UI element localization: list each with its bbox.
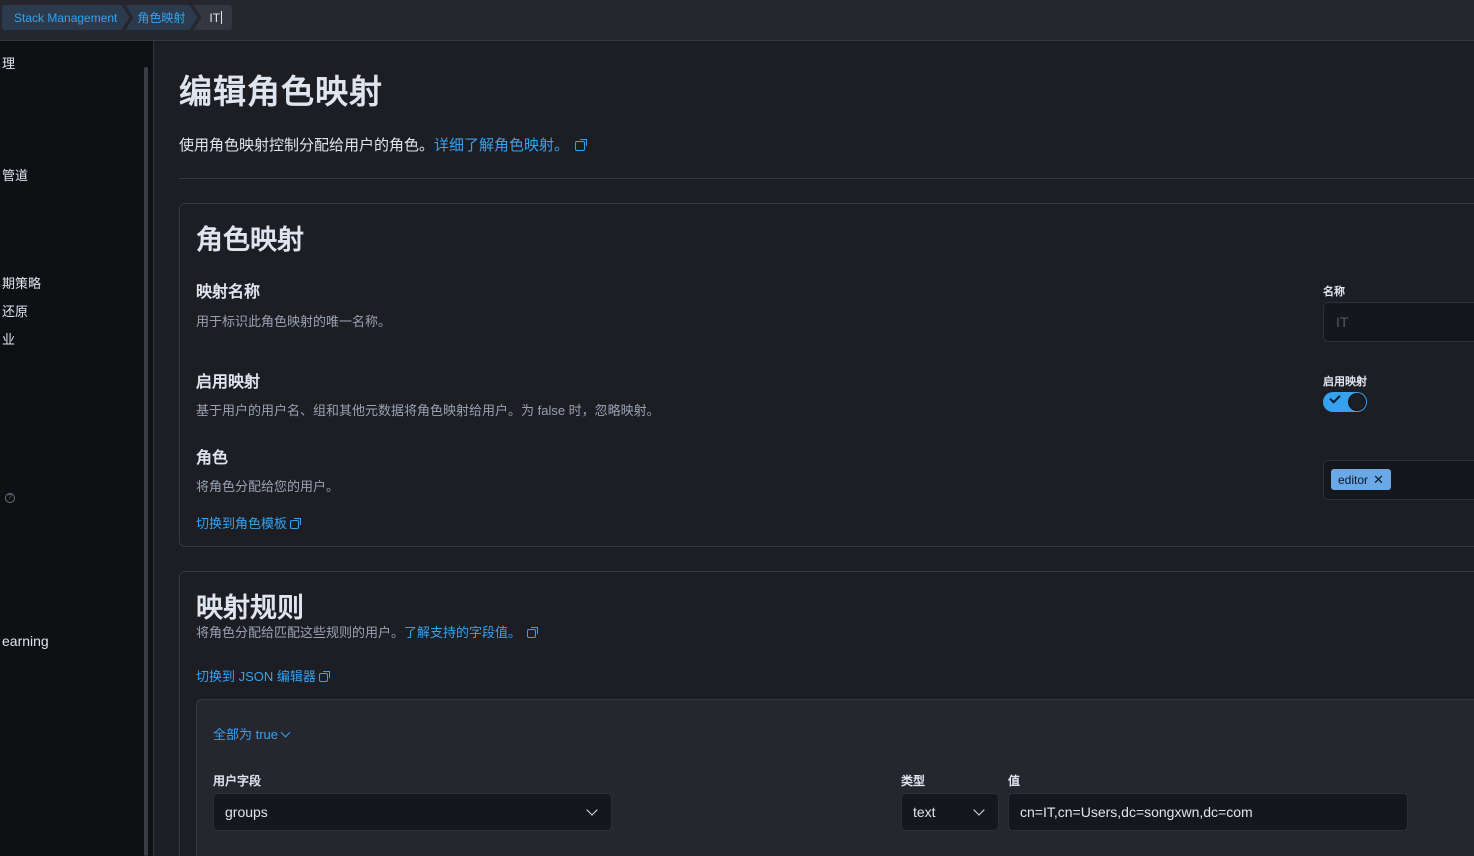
value-input[interactable]: cn=IT,cn=Users,dc=songxwn,dc=com	[1008, 793, 1408, 831]
mapping-rules-description: 将角色分配给匹配这些规则的用户。了解支持的字段值。	[196, 622, 539, 641]
breadcrumb-current: IT	[193, 5, 233, 30]
sidenav-item-pipelines[interactable]: 管道	[2, 165, 28, 184]
type-label: 类型	[901, 774, 926, 788]
json-link-label: 切换到 JSON 编辑器	[196, 669, 316, 684]
roles-description: 将角色分配给您的用户。	[196, 479, 340, 494]
role-mapping-panel: 角色映射 映射名称 用于标识此角色映射的唯一名称。 启用映射 基于用户的用户名、…	[179, 203, 1474, 547]
page-description-text: 使用角色映射控制分配给用户的角色。	[179, 137, 435, 154]
mapping-name-title: 映射名称	[196, 284, 261, 301]
switch-link-label: 切换到角色模板	[196, 516, 288, 531]
mapping-rules-description-text: 将角色分配给匹配这些规则的用户。	[196, 625, 405, 640]
breadcrumb-role-mappings[interactable]: 角色映射	[125, 5, 197, 30]
top-bar: Stack Management 角色映射 IT	[0, 0, 1474, 41]
breadcrumb-label: IT	[209, 10, 221, 25]
close-icon[interactable]: ✕	[1373, 472, 1384, 488]
external-link-icon	[290, 518, 302, 530]
user-field-select[interactable]: groups	[213, 793, 612, 831]
mapping-rules-panel: 映射规则 将角色分配给匹配这些规则的用户。了解支持的字段值。 切换到 JSON …	[179, 571, 1474, 856]
rule-group: 全部为 true 用户字段 groups 类型 text 值 cn=IT,cn=…	[196, 699, 1474, 856]
learn-role-mapping-link[interactable]: 详细了解角色映射。	[434, 137, 569, 154]
type-select[interactable]: text	[901, 793, 999, 831]
role-pill-label: editor	[1338, 472, 1369, 487]
main-content: 编辑角色映射 使用角色映射控制分配给用户的角色。详细了解角色映射。 角色映射 映…	[155, 41, 1474, 856]
external-link-icon	[575, 139, 588, 152]
side-navigation: 理 管道 期策略 还原 业 ? earning	[0, 41, 154, 856]
enable-mapping-title: 启用映射	[196, 374, 261, 391]
breadcrumb-stack-management[interactable]: Stack Management	[2, 5, 129, 30]
chevron-down-icon	[280, 727, 291, 738]
breadcrumb: Stack Management 角色映射 IT	[2, 5, 233, 30]
sidenav-scrollbar[interactable]	[144, 67, 148, 856]
breadcrumb-label: Stack Management	[14, 10, 118, 25]
page-description: 使用角色映射控制分配给用户的角色。详细了解角色映射。	[179, 134, 588, 155]
page-title: 编辑角色映射	[179, 73, 383, 110]
enable-mapping-toggle[interactable]	[1323, 392, 1367, 412]
user-field-label: 用户字段	[213, 774, 262, 788]
roles-combobox[interactable]: editor ✕	[1323, 460, 1474, 500]
toggle-knob	[1348, 393, 1366, 411]
switch-to-json-editor-link[interactable]: 切换到 JSON 编辑器	[196, 666, 330, 685]
role-mapping-panel-title: 角色映射	[196, 225, 304, 255]
enable-mapping-label: 启用映射	[1323, 376, 1367, 388]
enable-mapping-description: 基于用户的用户名、组和其他元数据将角色映射给用户。为 false 时，忽略映射。	[196, 403, 660, 418]
chevron-down-icon	[973, 804, 985, 816]
role-pill-editor: editor ✕	[1331, 469, 1391, 490]
supported-field-values-link[interactable]: 了解支持的字段值。	[404, 625, 521, 640]
all-true-dropdown[interactable]: 全部为 true	[213, 724, 291, 743]
sidenav-item-lifecycle-policies[interactable]: 期策略	[2, 273, 41, 292]
sidenav-item[interactable]: 理	[2, 53, 15, 72]
breadcrumb-label: 角色映射	[137, 11, 186, 25]
type-value: text	[913, 804, 936, 820]
text-cursor	[221, 11, 223, 24]
switch-to-role-templates-link[interactable]: 切换到角色模板	[196, 513, 302, 532]
sidenav-item-restore[interactable]: 还原	[2, 301, 28, 320]
value-label: 值	[1008, 774, 1021, 788]
user-field-value: groups	[225, 804, 268, 820]
sidenav-item-machine-learning[interactable]: earning	[2, 633, 49, 649]
sidenav-item-jobs[interactable]: 业	[2, 329, 15, 348]
all-true-label: 全部为 true	[213, 727, 279, 742]
name-input[interactable]: IT	[1323, 302, 1474, 342]
mapping-name-description: 用于标识此角色映射的唯一名称。	[196, 314, 392, 329]
divider	[179, 178, 1474, 179]
mapping-rules-title: 映射规则	[196, 593, 304, 623]
name-label: 名称	[1323, 286, 1345, 298]
help-icon[interactable]: ?	[5, 493, 15, 503]
external-link-icon	[527, 627, 539, 639]
chevron-down-icon	[586, 804, 598, 816]
check-icon	[1329, 392, 1341, 404]
external-link-icon	[318, 671, 330, 683]
roles-title: 角色	[196, 450, 229, 467]
